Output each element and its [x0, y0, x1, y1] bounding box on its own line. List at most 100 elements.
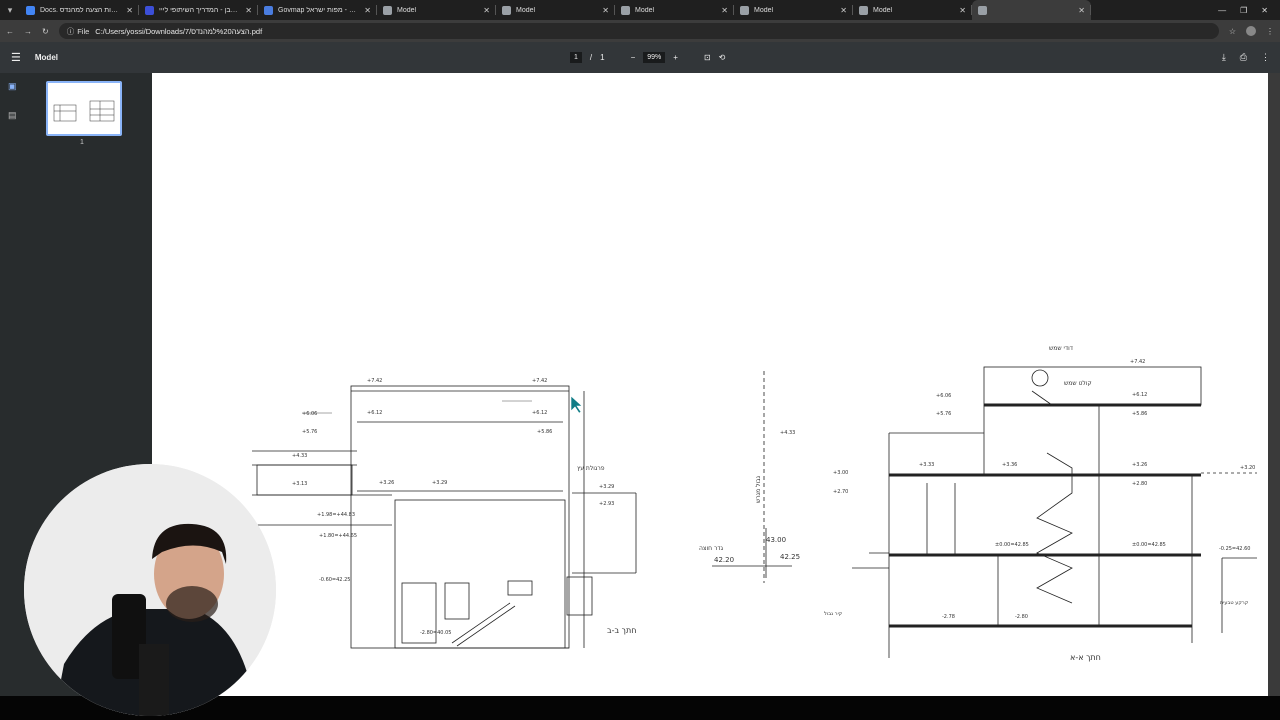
browser-tab[interactable]: Model ✕ — [496, 0, 615, 20]
tab-strip: ▾ Docs. מהל הגשות הצעה למהנדס✕עמוד עבן -… — [0, 0, 1280, 20]
browser-tab[interactable]: Docs. מהל הגשות הצעה למהנדס ✕ — [20, 0, 139, 20]
level-label: +4.33 — [292, 453, 307, 459]
window-controls: — ❐ ✕ — [1218, 6, 1280, 15]
pdf-page[interactable]: +7.42 +7.42 +6.06 +6.12 +6.12 +5.86 +5.7… — [152, 73, 1268, 696]
section-b-drawing — [251, 385, 637, 649]
level-label: +3.00 — [833, 470, 848, 476]
natural-ground-label: קרקע טבעית — [1220, 600, 1249, 606]
tab-favicon-icon — [740, 5, 749, 15]
level-label: +7.42 — [1130, 359, 1145, 365]
height-label: 42.25 — [780, 553, 800, 561]
restore-icon[interactable]: ❐ — [1240, 6, 1247, 15]
tab-close-icon[interactable]: ✕ — [1078, 6, 1085, 15]
level-label: +3.26 — [1132, 462, 1147, 468]
zoom-in-icon[interactable]: + — [673, 53, 678, 62]
level-label: +3.33 — [919, 462, 934, 468]
tab-favicon-icon — [978, 5, 987, 15]
level-label: +6.12 — [532, 410, 547, 416]
tab-close-icon[interactable]: ✕ — [126, 6, 133, 15]
tab-favicon-icon — [145, 5, 154, 15]
page-number-input[interactable]: 1 — [570, 52, 582, 63]
outline-view-icon[interactable]: ▤ — [8, 110, 17, 121]
tab-title: Model — [516, 6, 536, 14]
file-label: File — [77, 26, 90, 36]
browser-tab[interactable]: Model ✕ — [615, 0, 734, 20]
tab-title: Model — [397, 6, 417, 14]
tab-close-icon[interactable]: ✕ — [959, 6, 966, 15]
download-icon[interactable]: ⤓ — [1222, 52, 1226, 63]
close-window-icon[interactable]: ✕ — [1261, 6, 1268, 15]
level-label: +3.29 — [432, 480, 447, 486]
tab-close-icon[interactable]: ✕ — [245, 6, 252, 15]
webcam-overlay — [24, 464, 276, 716]
level-label: +5.76 — [936, 411, 951, 417]
profile-avatar-icon[interactable] — [1246, 26, 1256, 36]
mouse-cursor-icon — [570, 395, 583, 414]
level-label: +4.33 — [780, 430, 795, 436]
rotate-icon[interactable]: ⟲ — [719, 53, 726, 62]
pdf-title: Model — [34, 53, 58, 62]
reload-icon[interactable]: ↻ — [42, 27, 49, 36]
level-label: +7.42 — [367, 378, 382, 384]
level-label: +3.13 — [292, 481, 307, 487]
browser-tab[interactable]: Model ✕ — [853, 0, 972, 20]
tab-close-icon[interactable]: ✕ — [840, 6, 847, 15]
file-chip[interactable]: ⓘ File — [67, 26, 90, 37]
more-actions-icon[interactable]: ⋮ — [1261, 52, 1270, 63]
tab-close-icon[interactable]: ✕ — [483, 6, 490, 15]
omnibox[interactable]: ⓘ File C:/Users/yossi/Downloads/7/הצעה%20… — [58, 23, 1219, 39]
minimize-icon[interactable]: — — [1218, 6, 1226, 15]
bookmark-star-icon[interactable]: ☆ — [1229, 27, 1236, 36]
tab-search-icon[interactable]: ▾ — [0, 0, 20, 20]
zoom-input[interactable]: 99% — [643, 52, 666, 63]
tab-title: Model — [873, 6, 893, 14]
thumbnail-page-number: 1 — [80, 139, 84, 146]
sidebar-toggle-icon[interactable]: ☰ — [11, 51, 21, 64]
level-label: -2.80=40.05 — [420, 630, 451, 636]
url-text: C:/Users/yossi/Downloads/7/הצעה%20למהנדס… — [95, 26, 263, 36]
browser-tab[interactable]: Model ✕ — [734, 0, 853, 20]
lot-boundary-label: גבול מגרש — [755, 475, 762, 503]
print-icon[interactable]: ⎙ — [1240, 52, 1247, 63]
page-thumbnail[interactable] — [46, 81, 122, 136]
back-icon[interactable]: ← — [6, 27, 14, 36]
tab-close-icon[interactable]: ✕ — [721, 6, 728, 15]
tab-close-icon[interactable]: ✕ — [364, 6, 371, 15]
level-label: +6.12 — [367, 410, 382, 416]
vertical-scrollbar[interactable] — [1268, 73, 1280, 696]
fence-label: גדר חוצה — [699, 545, 724, 552]
forward-icon[interactable]: → — [24, 27, 32, 36]
height-label: 43.00 — [766, 536, 786, 544]
solar-collector-label: קולט שמש — [1064, 380, 1092, 387]
fit-page-icon[interactable]: ⊡ — [704, 53, 711, 62]
tab-favicon-icon — [502, 5, 511, 15]
tab-favicon-icon — [859, 5, 868, 15]
browser-tab[interactable]: ✕ — [972, 0, 1091, 20]
section-b-title: חתך ב-ב — [607, 626, 636, 635]
browser-tab[interactable]: Model ✕ — [377, 0, 496, 20]
level-label: +6.06 — [936, 393, 951, 399]
level-label: +7.42 — [532, 378, 547, 384]
address-toolbar: ← → ↻ ⓘ File C:/Users/yossi/Downloads/7/ה… — [0, 20, 1280, 42]
thumbnails-view-icon[interactable]: ▣ — [8, 81, 17, 92]
section-a-drawing — [712, 366, 1257, 658]
zoom-out-icon[interactable]: − — [631, 53, 636, 62]
browser-tab[interactable]: עמוד עבן - המדריך השיתופי לייי ✕ — [139, 0, 258, 20]
level-label: -0.25=42.60 — [1219, 546, 1250, 552]
level-label: +2.80 — [1132, 481, 1147, 487]
tab-title: Model — [635, 6, 655, 14]
level-label: +3.26 — [379, 480, 394, 486]
tab-title: Model — [754, 6, 774, 14]
level-label: +5.86 — [537, 429, 552, 435]
browser-menu-icon[interactable]: ⋮ — [1266, 27, 1274, 36]
tab-title: Govmap קווי גובה - מפות ישראל — [278, 6, 359, 14]
height-label: 42.20 — [714, 556, 734, 564]
level-label: +2.93 — [599, 501, 614, 507]
browser-tab[interactable]: Govmap קווי גובה - מפות ישראל ✕ — [258, 0, 377, 20]
level-label: +3.20 — [1240, 465, 1255, 471]
level-label: ±0.00=42.85 — [1132, 542, 1166, 548]
tab-title: עמוד עבן - המדריך השיתופי לייי — [159, 6, 241, 14]
architectural-drawing: +7.42 +7.42 +6.06 +6.12 +6.12 +5.86 +5.7… — [251, 345, 1257, 662]
tab-close-icon[interactable]: ✕ — [602, 6, 609, 15]
pergola-label: פרגולת עץ — [577, 465, 605, 472]
